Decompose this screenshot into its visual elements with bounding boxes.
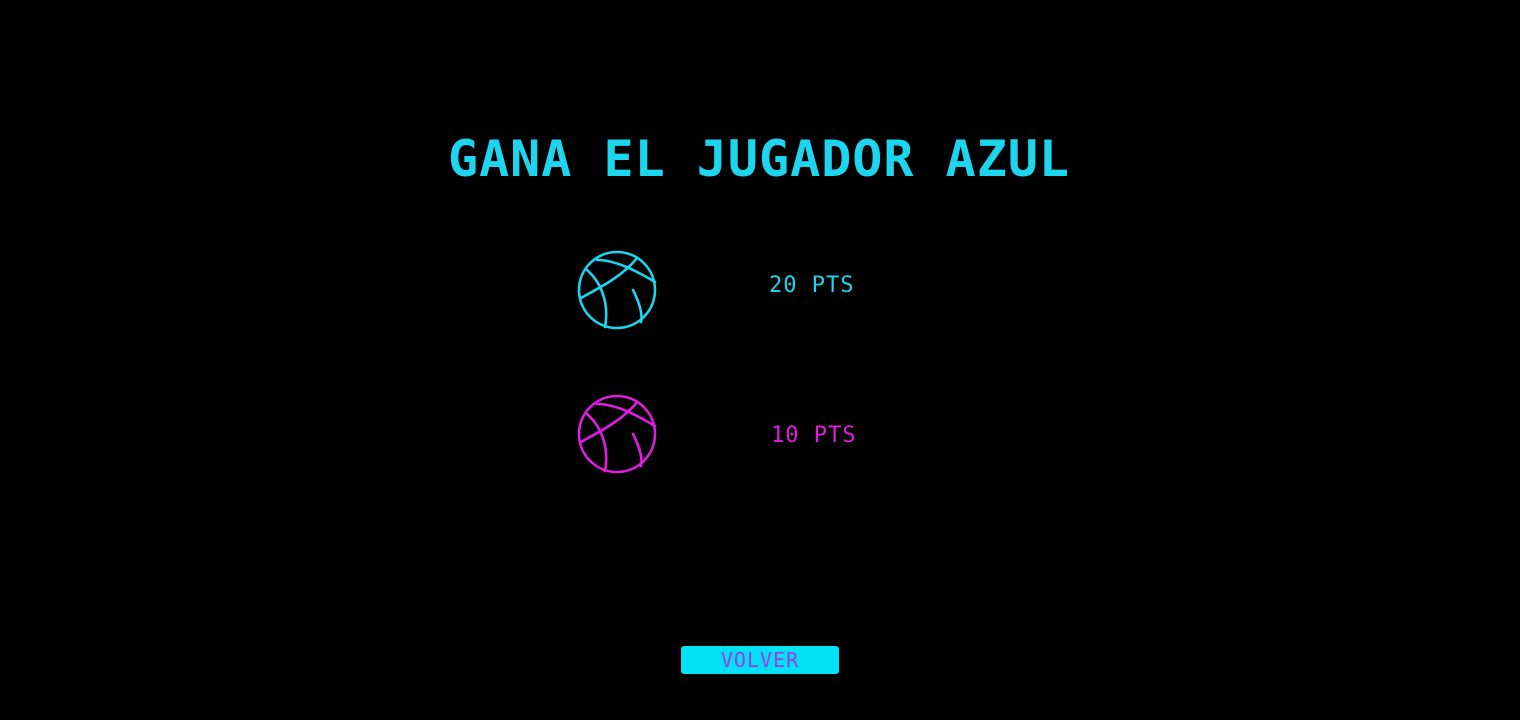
player-blue-score: 20 PTS <box>769 273 855 298</box>
back-button[interactable]: VOLVER <box>681 646 839 674</box>
player-blue-basketball-icon <box>575 248 659 332</box>
game-over-screen: GANA EL JUGADOR AZUL 20 PTS 10 PTS VOLVE… <box>0 0 1520 720</box>
winner-title: GANA EL JUGADOR AZUL <box>447 130 1071 188</box>
player-pink-basketball-icon <box>575 392 659 476</box>
player-pink-score: 10 PTS <box>771 423 857 448</box>
